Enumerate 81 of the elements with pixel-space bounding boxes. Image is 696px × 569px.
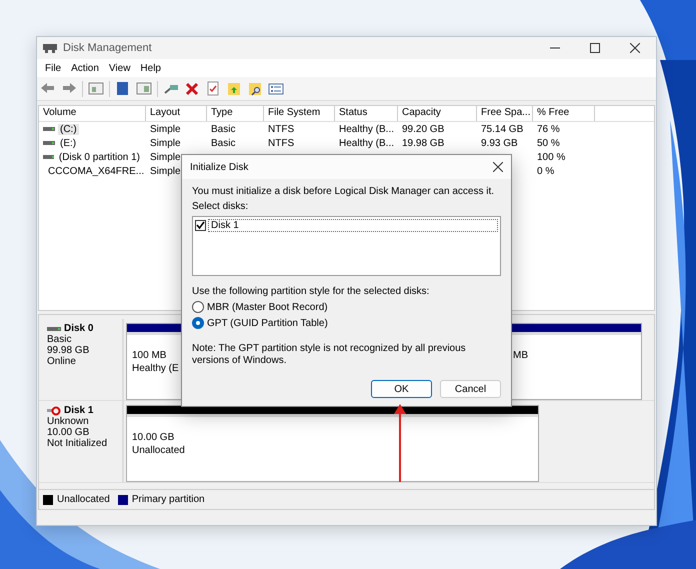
close-icon[interactable]: [630, 43, 640, 53]
table-cell: NTFS: [268, 138, 294, 148]
ok-button[interactable]: OK: [371, 380, 432, 398]
partition-style-label: Use the following partition style for the selected disks:: [192, 286, 430, 297]
table-cell[interactable]: (Disk 0 partition 1): [56, 152, 142, 162]
disk-name: Disk 0: [64, 323, 94, 334]
column-header[interactable]: Free Spa...: [477, 106, 533, 121]
table-cell[interactable]: (E:): [58, 138, 78, 148]
close-icon[interactable]: [493, 162, 503, 172]
column-header[interactable]: Type: [207, 106, 264, 121]
list-icon[interactable]: [268, 81, 284, 96]
partition-text: MB: [513, 349, 528, 362]
dialog-title: Initialize Disk: [190, 162, 248, 172]
column-header[interactable]: Capacity: [398, 106, 477, 121]
pane-icon[interactable]: [136, 81, 152, 96]
delete-icon[interactable]: [184, 81, 200, 96]
app-icon: [43, 42, 57, 54]
window-title: Disk Management: [63, 42, 153, 54]
partition-text: 10.00 GB: [132, 431, 174, 444]
folder-search-icon[interactable]: [247, 81, 263, 96]
table-cell[interactable]: (C:): [58, 124, 79, 134]
table-cell: Basic: [211, 138, 236, 148]
radio-button[interactable]: [192, 301, 204, 313]
table-cell: Simple: [150, 138, 181, 148]
disk-detail: Basic: [47, 334, 72, 345]
table-cell: 50 %: [537, 138, 560, 148]
disk-detail: Unknown: [47, 416, 90, 427]
disk-name: Disk 1: [64, 405, 94, 416]
table-cell[interactable]: CCCOMA_X64FRE...: [46, 166, 146, 176]
menu-item[interactable]: File: [40, 62, 66, 74]
disk-detail: Online: [47, 356, 77, 367]
table-cell: Healthy (B...: [339, 124, 394, 134]
cancel-button[interactable]: Cancel: [440, 380, 501, 398]
table-cell: 19.98 GB: [402, 138, 444, 148]
radio-label[interactable]: MBR (Master Boot Record): [207, 302, 328, 312]
column-header[interactable]: Volume: [39, 106, 146, 121]
table-cell: 75.14 GB: [481, 124, 524, 134]
table-cell: 100 %: [537, 152, 566, 162]
partition-text: Healthy (E: [132, 362, 179, 375]
radio-button[interactable]: [192, 317, 204, 329]
drive-icon: [43, 126, 55, 132]
table-cell: Simple: [150, 152, 181, 162]
checkbox[interactable]: [195, 220, 206, 231]
table-cell: 99.20 GB: [402, 124, 444, 134]
table-cell: Healthy (B...: [339, 138, 394, 148]
console-tree-icon[interactable]: [88, 81, 104, 96]
table-cell: Basic: [211, 124, 236, 134]
select-disks-label: Select disks:: [192, 201, 250, 212]
radio-label[interactable]: GPT (GUID Partition Table): [207, 318, 328, 328]
table-cell: Simple: [150, 166, 181, 176]
legend-label: Unallocated: [57, 494, 110, 505]
dialog-message: You must initialize a disk before Logical Disk Manager can access it.: [192, 186, 496, 197]
back-icon[interactable]: [40, 81, 56, 96]
drive-icon: [43, 140, 55, 146]
partition-text: Unallocated: [132, 444, 185, 457]
menu-item[interactable]: Help: [135, 62, 166, 74]
properties-icon[interactable]: [205, 81, 221, 96]
disk-detail: Not Initialized: [47, 438, 108, 449]
disk-list-item[interactable]: Disk 1: [208, 219, 498, 232]
table-cell: 0 %: [537, 166, 554, 176]
legend-label: Primary partition: [132, 494, 205, 505]
note-text: Note: The GPT partition style is not recognized by all previous versions of Windows.: [192, 343, 467, 367]
menu-item[interactable]: Action: [66, 62, 104, 74]
column-header[interactable]: Layout: [146, 106, 207, 121]
table-cell: Simple: [150, 124, 181, 134]
partition-block[interactable]: 10.00 GB Unallocated: [126, 405, 539, 482]
disk-detail: 99.98 GB: [47, 345, 90, 356]
disk-detail: 10.00 GB: [47, 427, 90, 438]
column-header[interactable]: File System: [264, 106, 335, 121]
column-header[interactable]: Status: [335, 106, 398, 121]
table-cell: 9.93 GB: [481, 138, 518, 148]
column-header[interactable]: % Free: [533, 106, 595, 121]
table-cell: 76 %: [537, 124, 560, 134]
folder-up-icon[interactable]: [226, 81, 242, 96]
table-cell: NTFS: [268, 124, 294, 134]
forward-icon[interactable]: [61, 81, 77, 96]
partition-text: 100 MB: [132, 349, 166, 362]
disk-error-icon: [47, 406, 61, 416]
drive-icon: [43, 154, 54, 160]
maximize-icon[interactable]: [590, 43, 600, 53]
menu-item[interactable]: View: [104, 62, 136, 74]
